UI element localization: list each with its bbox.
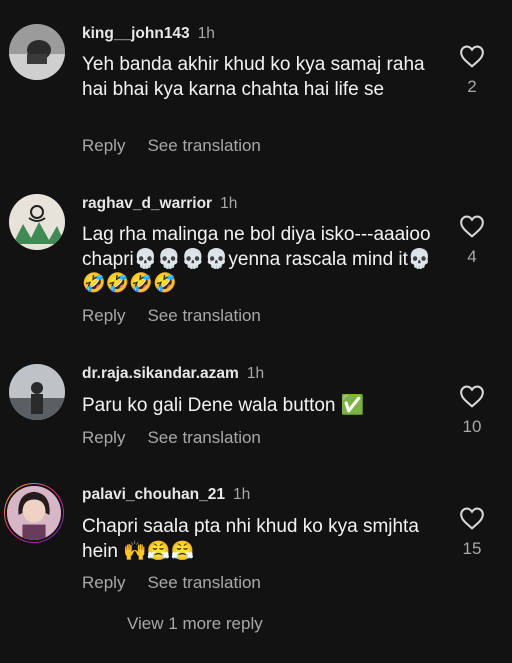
comment-meta: palavi_chouhan_21 1h <box>82 486 250 504</box>
comment-meta: raghav_d_warrior 1h <box>82 195 237 213</box>
comment-text: Yeh banda akhir khud ko kya samaj raha h… <box>82 54 425 100</box>
avatar[interactable] <box>9 194 65 250</box>
avatar[interactable] <box>4 483 64 543</box>
reply-button[interactable]: Reply <box>82 306 125 325</box>
timestamp: 1h <box>233 486 251 503</box>
see-translation-button[interactable]: See translation <box>147 306 260 325</box>
like-count: 2 <box>467 77 477 96</box>
username[interactable]: king__john143 <box>82 25 190 42</box>
comment-actions: Reply See translation <box>82 428 283 448</box>
comment-meta: dr.raja.sikandar.azam 1h <box>82 365 264 383</box>
heart-icon[interactable] <box>452 384 492 408</box>
timestamp: 1h <box>197 25 215 42</box>
comment-actions: Reply See translation <box>82 306 283 326</box>
username[interactable]: raghav_d_warrior <box>82 195 212 212</box>
avatar[interactable] <box>9 24 65 80</box>
heart-icon[interactable] <box>452 506 492 530</box>
comment-actions: Reply See translation <box>82 573 283 593</box>
heart-icon[interactable] <box>452 214 492 238</box>
avatar[interactable] <box>9 364 65 420</box>
like-count: 10 <box>462 417 482 436</box>
like-control: 2 <box>452 44 492 97</box>
like-control: 4 <box>452 214 492 267</box>
username[interactable]: dr.raja.sikandar.azam <box>82 365 239 382</box>
comment-actions: Reply See translation <box>82 136 283 156</box>
reply-button[interactable]: Reply <box>82 573 125 592</box>
reply-button[interactable]: Reply <box>82 136 125 155</box>
like-control: 15 <box>452 506 492 559</box>
timestamp: 1h <box>220 195 238 212</box>
view-more-replies-button[interactable]: View 1 more reply <box>127 614 263 634</box>
like-control: 10 <box>452 384 492 437</box>
like-count: 4 <box>467 247 477 266</box>
comment-text: Chapri saala pta nhi khud ko kya smjhta … <box>82 516 419 562</box>
see-translation-button[interactable]: See translation <box>147 136 260 155</box>
comment-text: Paru ko gali Dene wala button ✅ <box>82 395 365 416</box>
comment-text: Lag rha malinga ne bol diya isko---aaaio… <box>82 224 432 294</box>
username[interactable]: palavi_chouhan_21 <box>82 486 225 503</box>
heart-icon[interactable] <box>452 44 492 68</box>
see-translation-button[interactable]: See translation <box>147 573 260 592</box>
reply-button[interactable]: Reply <box>82 428 125 447</box>
like-count: 15 <box>462 539 482 558</box>
see-translation-button[interactable]: See translation <box>147 428 260 447</box>
timestamp: 1h <box>246 365 265 382</box>
comment-meta: king__john143 1h <box>82 25 215 43</box>
